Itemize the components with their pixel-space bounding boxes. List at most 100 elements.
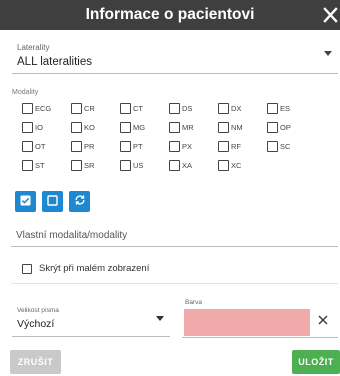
- modality-checkbox[interactable]: [22, 122, 33, 133]
- modality-option-pt[interactable]: PT: [120, 141, 169, 160]
- modality-checkbox[interactable]: [169, 141, 180, 152]
- modality-option-cr[interactable]: CR: [71, 103, 120, 122]
- modality-label-text: CR: [84, 104, 95, 113]
- modality-checkbox[interactable]: [218, 122, 229, 133]
- modality-option-op[interactable]: OP: [267, 122, 316, 141]
- laterality-select[interactable]: ALL lateralities: [17, 56, 92, 68]
- modality-option-mg[interactable]: MG: [120, 122, 169, 141]
- modality-label-text: OP: [280, 123, 291, 132]
- modality-option-sc[interactable]: SC: [267, 141, 316, 160]
- modality-label-text: ECG: [35, 104, 52, 113]
- modality-label-text: MG: [133, 123, 146, 132]
- save-button[interactable]: ULOŽIT: [292, 350, 340, 374]
- modality-label: Modality: [12, 89, 39, 96]
- modality-label-text: DX: [231, 104, 242, 113]
- check-all-icon: [20, 193, 31, 211]
- modality-option-ecg[interactable]: ECG: [22, 103, 71, 122]
- modality-label-text: MR: [182, 123, 194, 132]
- modality-label-text: IO: [35, 123, 43, 132]
- modality-checkbox[interactable]: [22, 160, 33, 171]
- invert-icon: [74, 193, 86, 211]
- modality-checkbox[interactable]: [169, 122, 180, 133]
- modality-checkbox[interactable]: [22, 141, 33, 152]
- modality-label-text: US: [133, 161, 144, 170]
- uncheck-all-button[interactable]: [42, 191, 63, 212]
- clear-color-icon[interactable]: [317, 313, 329, 325]
- modality-label-text: PT: [133, 142, 143, 151]
- dialog-title: Informace o pacientovi: [85, 6, 255, 23]
- modality-checkbox[interactable]: [267, 122, 278, 133]
- cancel-button[interactable]: ZRUŠIT: [10, 350, 61, 374]
- modality-checkbox[interactable]: [71, 160, 82, 171]
- modality-checkbox[interactable]: [267, 103, 278, 114]
- modality-checkbox[interactable]: [71, 122, 82, 133]
- modality-checkbox[interactable]: [169, 103, 180, 114]
- invert-selection-button[interactable]: [69, 191, 90, 212]
- font-size-select[interactable]: Výchozí: [17, 318, 54, 330]
- modality-label-text: RF: [231, 142, 241, 151]
- check-all-button[interactable]: [15, 191, 36, 212]
- modality-label-text: XC: [231, 161, 242, 170]
- modality-option-xa[interactable]: XA: [169, 160, 218, 179]
- modality-label-text: NM: [231, 123, 243, 132]
- color-label: Barva: [185, 299, 202, 306]
- laterality-label: Laterality: [17, 43, 50, 52]
- modality-label-text: PX: [182, 142, 193, 151]
- modality-checkbox[interactable]: [267, 141, 278, 152]
- modality-checkbox[interactable]: [22, 103, 33, 114]
- hide-small-checkbox[interactable]: [22, 263, 32, 274]
- close-icon[interactable]: [320, 4, 340, 26]
- modality-checkbox[interactable]: [120, 103, 131, 114]
- modality-option-sr[interactable]: SR: [71, 160, 120, 179]
- divider: [11, 283, 338, 284]
- laterality-underline: [12, 73, 338, 74]
- hide-small-option[interactable]: Skrýt při malém zobrazení: [22, 263, 149, 274]
- font-size-label: Velikost písma: [17, 307, 59, 314]
- modality-option-st[interactable]: ST: [22, 160, 71, 179]
- modality-option-ds[interactable]: DS: [169, 103, 218, 122]
- font-size-underline: [12, 336, 170, 337]
- modality-option-es[interactable]: ES: [267, 103, 316, 122]
- modality-checkbox[interactable]: [218, 160, 229, 171]
- modality-option-mr[interactable]: MR: [169, 122, 218, 141]
- modality-label-text: ST: [35, 161, 45, 170]
- modality-checkbox[interactable]: [71, 103, 82, 114]
- color-underline: [182, 337, 338, 338]
- modality-label-text: PR: [84, 142, 95, 151]
- color-swatch[interactable]: [184, 309, 310, 336]
- modality-checkbox[interactable]: [218, 103, 229, 114]
- uncheck-all-icon: [47, 193, 58, 211]
- modality-checkbox[interactable]: [120, 160, 131, 171]
- modality-label-text: SR: [84, 161, 95, 170]
- modality-option-io[interactable]: IO: [22, 122, 71, 141]
- modality-label-text: ES: [280, 104, 291, 113]
- dropdown-arrow-icon[interactable]: [324, 51, 332, 56]
- modality-label-text: DS: [182, 104, 193, 113]
- custom-modality-input[interactable]: Vlastní modalita/modality: [11, 225, 338, 247]
- modality-grid: ECG CR CT DS DX ES IO KO MG MR NM OP OT PR PT PX RF SC ST S…: [22, 103, 322, 179]
- modality-option-ot[interactable]: OT: [22, 141, 71, 160]
- modality-checkbox[interactable]: [120, 122, 131, 133]
- modality-checkbox[interactable]: [169, 160, 180, 171]
- dropdown-arrow-icon[interactable]: [156, 316, 164, 321]
- modality-option-nm[interactable]: NM: [218, 122, 267, 141]
- modality-action-buttons: [15, 191, 90, 212]
- dialog-titlebar: Informace o pacientovi: [0, 0, 340, 30]
- modality-option-px[interactable]: PX: [169, 141, 218, 160]
- modality-option-ct[interactable]: CT: [120, 103, 169, 122]
- modality-option-rf[interactable]: RF: [218, 141, 267, 160]
- modality-checkbox[interactable]: [120, 141, 131, 152]
- modality-option-xc[interactable]: XC: [218, 160, 267, 179]
- modality-label-text: XA: [182, 161, 193, 170]
- modality-checkbox[interactable]: [218, 141, 229, 152]
- hide-small-label: Skrýt při malém zobrazení: [39, 263, 150, 274]
- modality-option-pr[interactable]: PR: [71, 141, 120, 160]
- modality-checkbox[interactable]: [71, 141, 82, 152]
- modality-label-text: KO: [84, 123, 95, 132]
- modality-label-text: SC: [280, 142, 291, 151]
- modality-label-text: OT: [35, 142, 46, 151]
- modality-option-us[interactable]: US: [120, 160, 169, 179]
- modality-option-ko[interactable]: KO: [71, 122, 120, 141]
- modality-option-dx[interactable]: DX: [218, 103, 267, 122]
- modality-label-text: CT: [133, 104, 143, 113]
